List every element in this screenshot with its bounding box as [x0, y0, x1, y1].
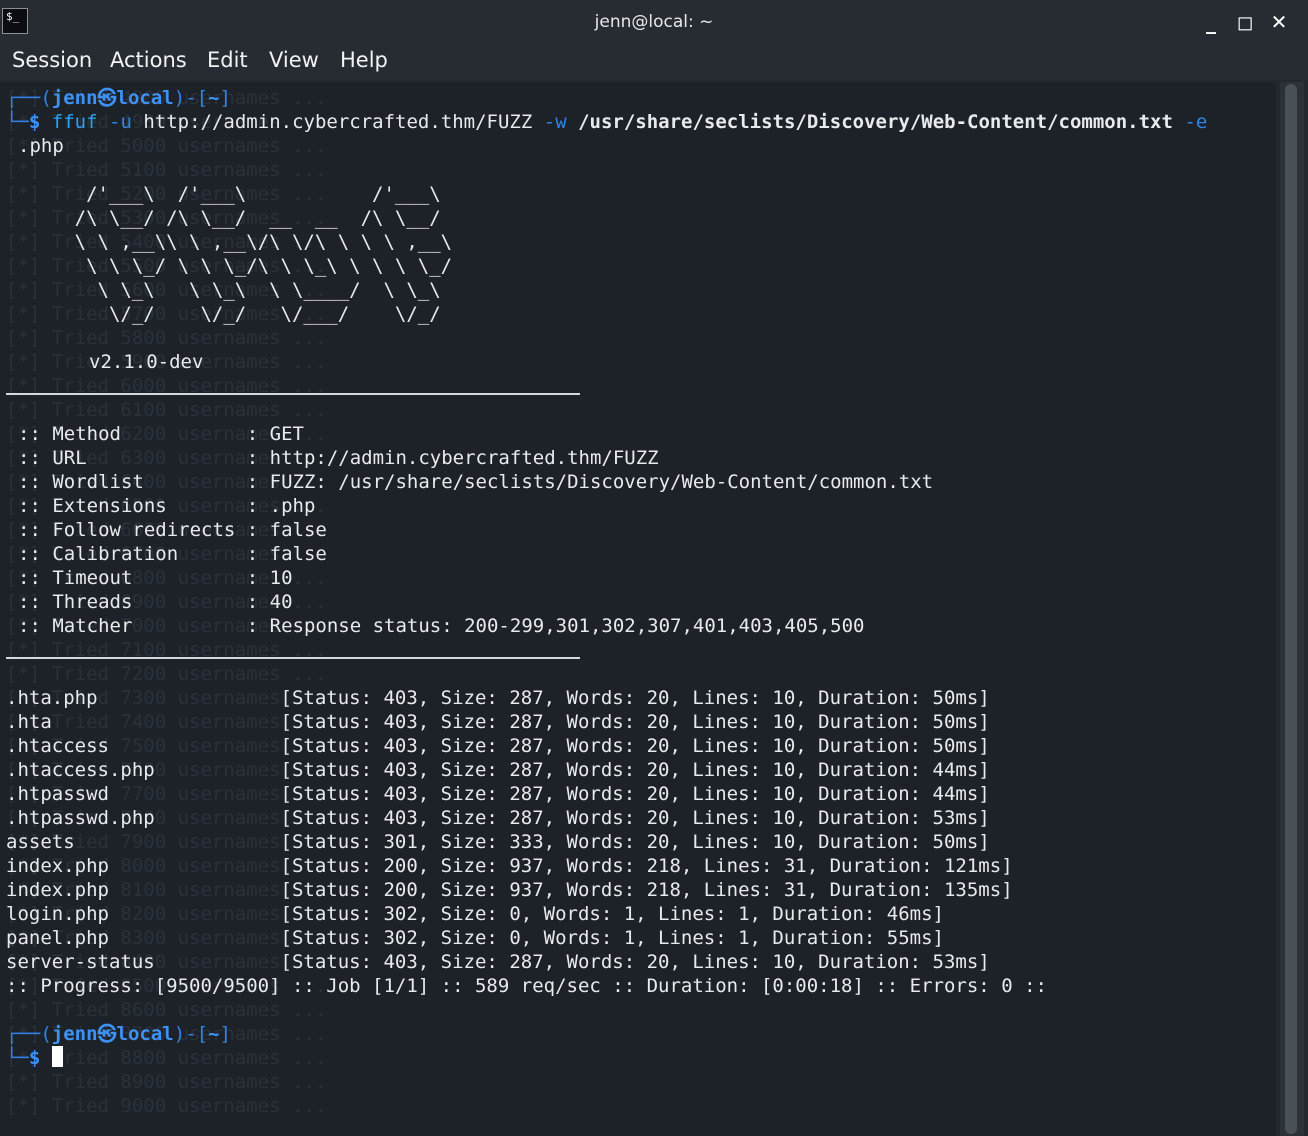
scrollbar-thumb[interactable]	[1285, 84, 1297, 1134]
prompt-line: ┌──(jenn㉿local)-[~]	[6, 1023, 231, 1045]
command-ext: .php	[18, 135, 64, 157]
banner-line: \ \ ,__\\ \ ,__\/\ \/\ \ \ \ ,__\	[6, 231, 453, 253]
command-wordlist: /usr/share/seclists/Discovery/Web-Conten…	[578, 111, 1173, 133]
banner-line: \/_/ \/_/ \/___/ \/_/	[6, 303, 441, 325]
version-label: v2.1.0-dev	[89, 351, 204, 373]
ghost-line: [*] Tried 5800 usernames ...	[6, 327, 327, 349]
command-flag-w: -w	[543, 111, 567, 133]
separator	[6, 657, 580, 659]
menu-bar: Session Actions Edit View Help	[0, 44, 1308, 80]
prompt-host: local	[116, 87, 174, 109]
progress-line: :: Progress: [9500/9500] :: Job [1/1] ::…	[6, 975, 1047, 997]
ghost-line: [*] Tried 8900 usernames ...	[6, 1071, 327, 1093]
title-bar[interactable]: $_ jenn@local: ~ _ ◻ ✕	[0, 0, 1308, 44]
result-row: server-status [Status: 403, Size: 287, W…	[6, 951, 990, 973]
close-icon[interactable]: ✕	[1266, 9, 1292, 35]
prompt-symbol: $	[28, 111, 41, 133]
config-line: :: Wordlist : FUZZ: /usr/share/seclists/…	[18, 471, 934, 493]
banner-line: \ \ \_/ \ \ \_/\ \ \_\ \ \ \ \_/	[6, 255, 453, 277]
command-url: http://admin.cybercrafted.thm/FUZZ	[143, 111, 533, 133]
result-row: .htaccess [Status: 403, Size: 287, Words…	[6, 735, 990, 757]
command-line: └─$ ffuf -u http://admin.cybercrafted.th…	[6, 111, 1208, 133]
menu-actions[interactable]: Actions	[110, 48, 187, 72]
config-line: :: Method : GET	[18, 423, 304, 445]
command-flag-u: -u	[109, 111, 132, 133]
prompt-line: ┌──(jenn㉿local)-[~]	[6, 87, 231, 109]
result-row: .htpasswd [Status: 403, Size: 287, Words…	[6, 783, 990, 805]
prompt-user: jenn	[51, 87, 98, 109]
scrollbar[interactable]	[1280, 82, 1304, 1136]
result-row: panel.php [Status: 302, Size: 0, Words: …	[6, 927, 944, 949]
config-line: :: Follow redirects : false	[18, 519, 327, 541]
config-line: :: URL : http://admin.cybercrafted.thm/F…	[18, 447, 659, 469]
terminal-output[interactable]: [*] Tried 4800 usernames ... [*] Tried 49…	[0, 82, 1276, 1136]
ghost-line: [*] Tried 6100 usernames ...	[6, 399, 327, 421]
config-line: :: Calibration : false	[18, 543, 327, 565]
banner-line: /\ \__/ /\ \__/ __ __ /\ \__/	[6, 207, 441, 229]
result-row: login.php [Status: 302, Size: 0, Words: …	[6, 903, 944, 925]
result-row: index.php [Status: 200, Size: 937, Words…	[6, 855, 1013, 877]
result-row: .htpasswd.php [Status: 403, Size: 287, W…	[6, 807, 990, 829]
window-title: jenn@local: ~	[594, 12, 714, 32]
minimize-icon[interactable]: _	[1198, 9, 1224, 35]
prompt-user: jenn	[51, 1023, 98, 1045]
result-row: .hta.php [Status: 403, Size: 287, Words:…	[6, 687, 990, 709]
result-row: .htaccess.php [Status: 403, Size: 287, W…	[6, 759, 990, 781]
config-line: :: Threads : 40	[18, 591, 293, 613]
maximize-icon[interactable]: ◻	[1232, 9, 1258, 35]
prompt-dir: ~	[208, 1023, 220, 1045]
banner-line: \ \_\ \ \_\ \ \____/ \ \_\	[6, 279, 441, 301]
menu-edit[interactable]: Edit	[207, 48, 248, 72]
text-cursor	[51, 1046, 63, 1067]
prompt-dir: ~	[208, 87, 220, 109]
ghost-line: [*] Tried 5100 usernames ...	[6, 159, 327, 181]
config-line: :: Extensions : .php	[18, 495, 316, 517]
result-row: assets [Status: 301, Size: 333, Words: 2…	[6, 831, 990, 853]
input-line[interactable]: └─$	[6, 1046, 63, 1070]
command-program: ffuf	[51, 111, 98, 133]
config-line: :: Matcher : Response status: 200-299,30…	[18, 615, 865, 637]
prompt-symbol: $	[28, 1047, 41, 1069]
banner-line: /'___\ /'___\ /'___\	[6, 183, 441, 205]
menu-session[interactable]: Session	[12, 48, 92, 72]
ghost-line: [*] Tried 9000 usernames ...	[6, 1095, 327, 1117]
config-line: :: Timeout : 10	[18, 567, 293, 589]
result-row: index.php [Status: 200, Size: 937, Words…	[6, 879, 1013, 901]
menu-help[interactable]: Help	[340, 48, 388, 72]
separator	[6, 393, 580, 395]
command-flag-e: -e	[1184, 111, 1208, 133]
ghost-line: [*] Tried 8600 usernames ...	[6, 999, 327, 1021]
ghost-line: [*] Tried 7200 usernames ...	[6, 663, 327, 685]
result-row: .hta [Status: 403, Size: 287, Words: 20,…	[6, 711, 990, 733]
prompt-host: local	[116, 1023, 174, 1045]
menu-view[interactable]: View	[269, 48, 319, 72]
terminal-window: $_ jenn@local: ~ _ ◻ ✕ Session Actions E…	[0, 0, 1308, 1136]
